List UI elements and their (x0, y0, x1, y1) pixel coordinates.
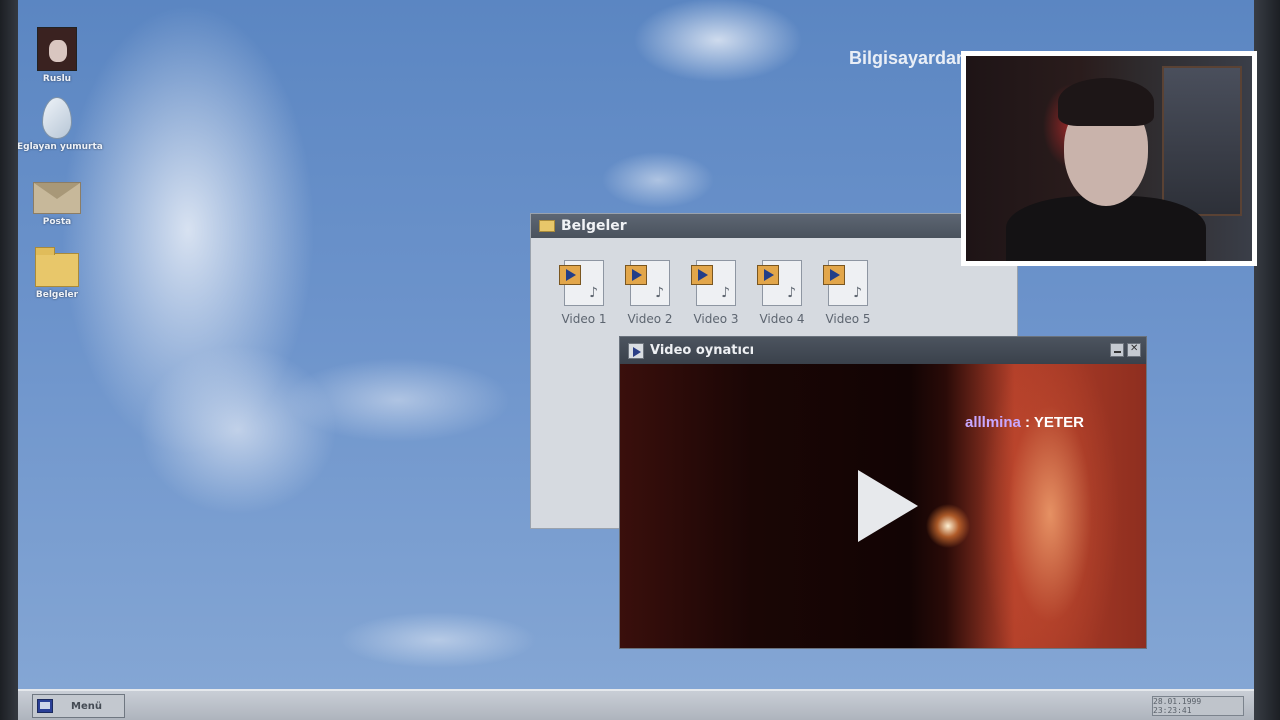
desktop-icon-label: Belgeler (35, 290, 79, 300)
desktop-icon-posta[interactable]: Posta (18, 182, 97, 227)
video-file-icon (691, 260, 736, 306)
video-file-icon (757, 260, 802, 306)
computer-icon (37, 699, 53, 713)
start-menu-label: Menü (71, 700, 102, 712)
taskbar-clock: 28.01.1999 23:23:41 (1152, 696, 1244, 716)
video-player-icon (628, 342, 644, 359)
video-file-icon (823, 260, 868, 306)
window-title: Belgeler (561, 218, 627, 234)
mail-icon (33, 182, 81, 214)
window-title: Video oynatıcı (650, 343, 755, 358)
file-label: Video 2 (627, 312, 673, 326)
file-item[interactable]: Video 3 (687, 260, 745, 326)
file-label: Video 4 (759, 312, 805, 326)
desktop-icon-label: Posta (42, 217, 72, 227)
file-label: Video 3 (693, 312, 739, 326)
file-item[interactable]: Video 1 (555, 260, 613, 326)
video-frame[interactable] (620, 364, 1146, 648)
minimize-button[interactable] (1110, 343, 1124, 357)
file-list: Video 1 Video 2 Video 3 Video 4 Video 5 (531, 238, 1017, 326)
video-player-window: Video oynatıcı (619, 336, 1147, 649)
chat-message: alllmina : YETER (965, 414, 1084, 431)
file-item[interactable]: Video 4 (753, 260, 811, 326)
webcam-overlay (961, 51, 1257, 266)
video-title-bar[interactable]: Video oynatıcı (620, 337, 1146, 364)
file-item[interactable]: Video 5 (819, 260, 877, 326)
file-item[interactable]: Video 2 (621, 260, 679, 326)
webcam-person-hair (1058, 78, 1154, 126)
start-menu-button[interactable]: Menü (32, 694, 125, 718)
video-file-icon (625, 260, 670, 306)
desktop-icon-egg[interactable]: Eglayan yumurta (18, 97, 103, 152)
webcam-background-shelf (1162, 66, 1242, 216)
desktop-icon-ruslu[interactable]: Ruslu (18, 27, 97, 84)
webcam-person-body (1006, 196, 1206, 261)
play-icon[interactable] (858, 470, 918, 542)
chat-text: YETER (1033, 414, 1084, 431)
taskbar: Menü 28.01.1999 23:23:41 (18, 689, 1254, 720)
desktop-icon-belgeler[interactable]: Belgeler (18, 247, 97, 300)
close-button[interactable] (1127, 343, 1141, 357)
chat-separator: : (1020, 414, 1034, 431)
belgeler-title-bar[interactable]: Belgeler (531, 214, 1017, 238)
file-label: Video 5 (825, 312, 871, 326)
video-file-icon (559, 260, 604, 306)
folder-icon (539, 220, 555, 232)
desktop-icon-label: Ruslu (42, 74, 72, 84)
chat-username: alllmina (965, 414, 1021, 431)
egg-icon (42, 97, 72, 139)
doll-icon (37, 27, 77, 71)
desktop-icon-label: Eglayan yumurta (18, 142, 103, 152)
file-label: Video 1 (561, 312, 607, 326)
folder-icon (35, 247, 79, 287)
